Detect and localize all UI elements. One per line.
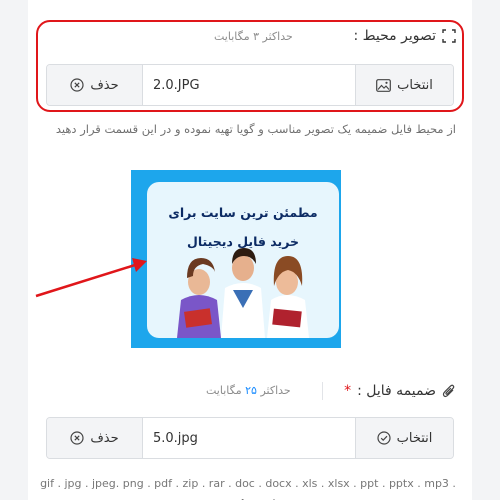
attachment-field-label: ضمیمه فایل : * <box>344 383 456 399</box>
attachment-hint-suffix: مگابایت <box>206 384 242 397</box>
paperclip-icon <box>442 384 455 398</box>
attachment-field-label-text: ضمیمه فایل : <box>357 383 436 399</box>
banner-image: مطمئن ترین سایت برای خرید فایل دیجیتال <box>131 170 341 348</box>
attachment-select-button[interactable]: انتخاب <box>355 418 453 458</box>
image-description: از محیط فایل ضمیمه یک تصویر مناسب و گویا… <box>55 122 456 136</box>
highlight-box <box>36 20 464 112</box>
attachment-size-hint: حداکثر ۲۵ مگابایت <box>206 384 291 397</box>
students-illustration <box>177 248 309 338</box>
attachment-hint-prefix: حداکثر <box>260 384 291 397</box>
allowed-formats: gif . jpg . jpeg. png . pdf . zip . rar … <box>40 477 456 500</box>
attachment-hint-number: ۲۵ <box>245 384 257 397</box>
required-mark: * <box>344 383 352 399</box>
label-divider <box>322 382 323 400</box>
attachment-delete-label: حذف <box>90 430 119 446</box>
attachment-file-row: حذف 5.0.jpg انتخاب <box>46 417 454 459</box>
check-circle-icon <box>377 431 391 445</box>
attachment-select-label: انتخاب <box>396 430 433 446</box>
attachment-delete-button[interactable]: حذف <box>47 418 143 458</box>
attachment-file-name: 5.0.jpg <box>153 430 198 446</box>
close-circle-icon <box>70 431 84 445</box>
banner-inner: مطمئن ترین سایت برای خرید فایل دیجیتال <box>147 182 339 338</box>
